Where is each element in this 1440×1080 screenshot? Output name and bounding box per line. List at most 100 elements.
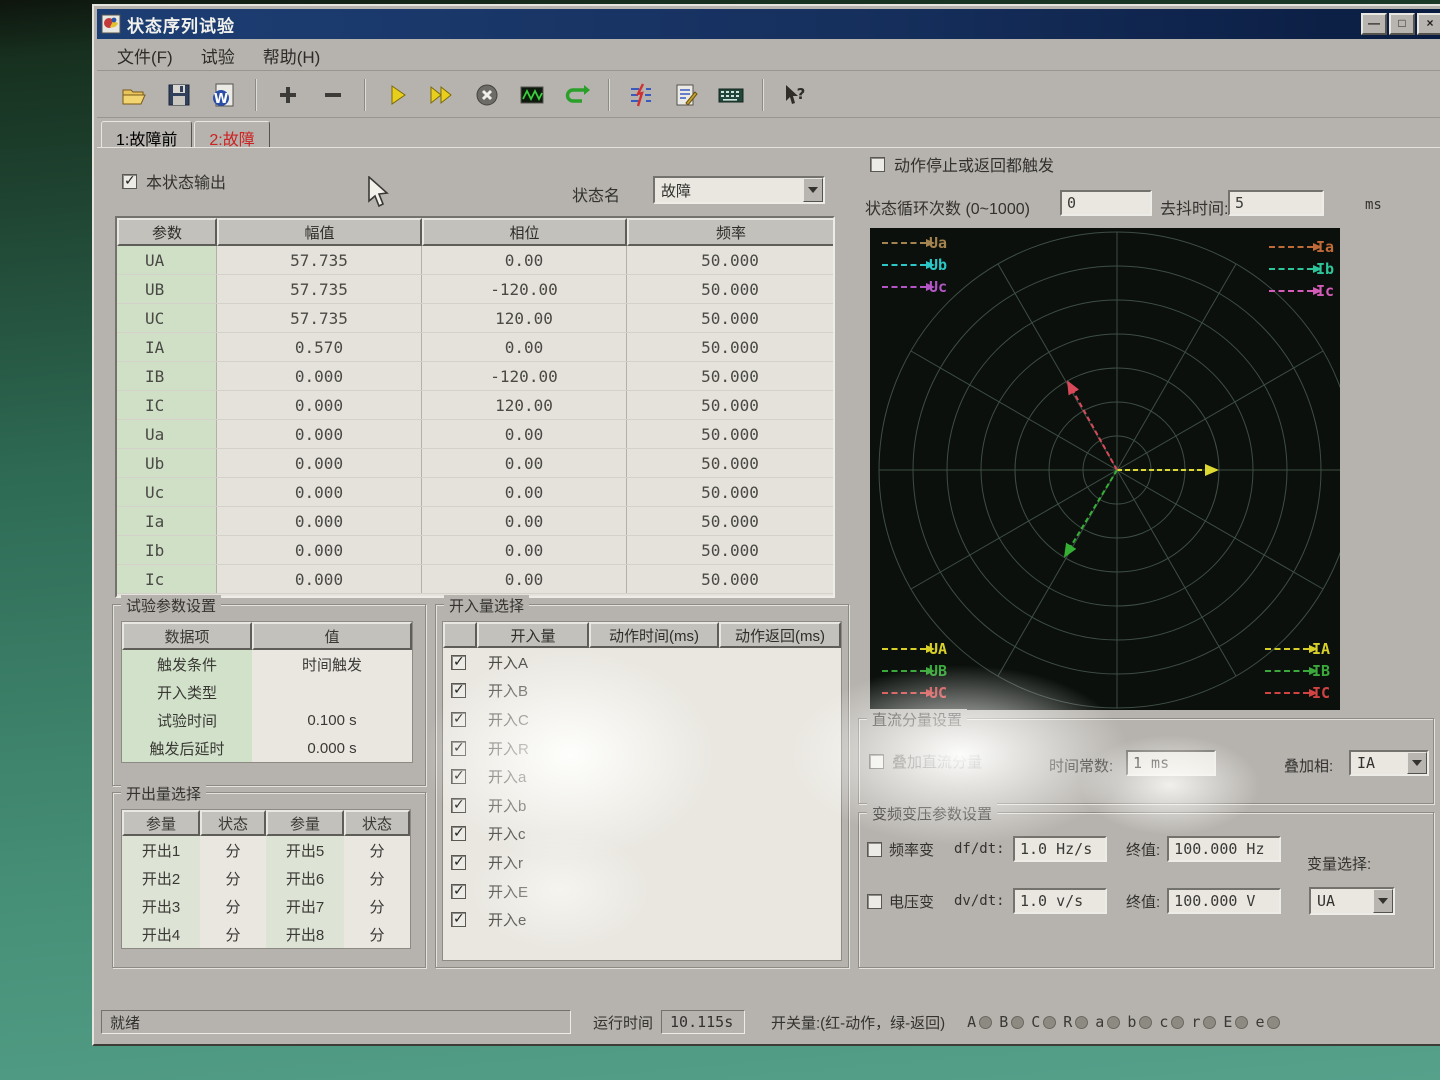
output-state-cell[interactable]: 分 (200, 920, 266, 948)
fault-inject-button[interactable] (620, 76, 662, 114)
ramp-enable-checkbox[interactable] (867, 842, 882, 857)
stop-or-return-trigger-checkbox[interactable] (870, 157, 885, 172)
maximize-button[interactable]: □ (1389, 13, 1415, 35)
ramp-rate-input[interactable]: 1.0 v/s (1013, 888, 1107, 914)
frequency-cell[interactable]: 50.000 (627, 246, 833, 274)
report-view-button[interactable] (665, 76, 707, 114)
close-button[interactable]: × (1417, 13, 1440, 35)
phase-cell[interactable]: 0.00 (422, 478, 627, 506)
output-state-cell[interactable]: 分 (344, 836, 410, 864)
save-file-button[interactable] (158, 76, 200, 114)
binary-input-checkbox[interactable] (451, 741, 466, 756)
waveform-view-button[interactable] (511, 76, 553, 114)
chevron-down-icon[interactable] (803, 178, 823, 202)
binary-input-checkbox[interactable] (451, 855, 466, 870)
phase-cell[interactable]: 0.00 (422, 420, 627, 448)
phase-cell[interactable]: 0.00 (422, 449, 627, 477)
menu-item[interactable]: 帮助(H) (251, 41, 333, 70)
phase-cell[interactable]: 0.00 (422, 565, 627, 593)
stop-test-button[interactable] (466, 76, 508, 114)
debounce-time-input[interactable]: 5 (1228, 190, 1324, 216)
state-name-combo[interactable]: 故障 (653, 176, 825, 204)
output-state-cell[interactable]: 分 (200, 892, 266, 920)
soft-keyboard-button[interactable] (710, 76, 752, 114)
ramp-final-input[interactable]: 100.000 Hz (1167, 836, 1281, 862)
tab-pre-fault[interactable]: 1:故障前 (101, 121, 192, 148)
output-state-cell[interactable]: 分 (200, 864, 266, 892)
binary-input-checkbox[interactable] (451, 683, 466, 698)
amplitude-cell[interactable]: 0.000 (217, 478, 422, 506)
amplitude-cell[interactable]: 57.735 (217, 275, 422, 303)
value-cell[interactable]: 0.100 s (252, 706, 412, 734)
output-state-cell[interactable]: 分 (344, 864, 410, 892)
run-test-button[interactable] (376, 76, 418, 114)
ramp-enable-checkbox[interactable] (867, 894, 882, 909)
amplitude-cell[interactable]: 0.000 (217, 362, 422, 390)
run-continuous-button[interactable] (421, 76, 463, 114)
binary-input-checkbox[interactable] (451, 712, 466, 727)
amplitude-cell[interactable]: 0.000 (217, 565, 422, 593)
binary-input-checkbox[interactable] (451, 798, 466, 813)
frequency-cell[interactable]: 50.000 (627, 565, 833, 593)
frequency-cell[interactable]: 50.000 (627, 362, 833, 390)
phase-cell[interactable]: -120.00 (422, 275, 627, 303)
tab-fault[interactable]: 2:故障 (194, 121, 269, 148)
frequency-cell[interactable]: 50.000 (627, 507, 833, 535)
add-state-button[interactable] (267, 76, 309, 114)
variable-select-combo[interactable]: UA (1309, 887, 1395, 915)
phase-cell[interactable]: 120.00 (422, 391, 627, 419)
dc-offset-checkbox[interactable] (869, 754, 884, 769)
chevron-down-icon[interactable] (1407, 752, 1427, 774)
binary-input-checkbox[interactable] (451, 769, 466, 784)
minimize-button[interactable]: — (1361, 13, 1387, 35)
amplitude-cell[interactable]: 0.000 (217, 391, 422, 419)
value-cell[interactable]: 0.000 s (252, 734, 412, 762)
menu-item[interactable]: 试验 (189, 41, 247, 70)
frequency-cell[interactable]: 50.000 (627, 449, 833, 477)
amplitude-cell[interactable]: 0.000 (217, 507, 422, 535)
amplitude-cell[interactable]: 0.000 (217, 536, 422, 564)
amplitude-cell[interactable]: 0.000 (217, 449, 422, 477)
output-state-cell[interactable]: 分 (344, 892, 410, 920)
state-output-checkbox[interactable] (122, 174, 137, 189)
ramp-rate-input[interactable]: 1.0 Hz/s (1013, 836, 1107, 862)
amplitude-cell[interactable]: 57.735 (217, 246, 422, 274)
frequency-cell[interactable]: 50.000 (627, 478, 833, 506)
binary-input-checkbox[interactable] (451, 884, 466, 899)
context-help-button[interactable]: ? (774, 76, 816, 114)
frequency-cell[interactable]: 50.000 (627, 275, 833, 303)
phase-cell[interactable]: 0.00 (422, 507, 627, 535)
binary-input-checkbox[interactable] (451, 826, 466, 841)
amplitude-cell[interactable]: 57.735 (217, 304, 422, 332)
chevron-down-icon[interactable] (1373, 889, 1393, 913)
amplitude-cell[interactable]: 0.570 (217, 333, 422, 361)
value-cell[interactable]: 时间触发 (252, 650, 412, 678)
output-state-cell[interactable]: 分 (344, 920, 410, 948)
output-state-cell[interactable]: 分 (200, 836, 266, 864)
open-file-button[interactable] (113, 76, 155, 114)
amplitude-cell[interactable]: 0.000 (217, 420, 422, 448)
phase-cell[interactable]: 0.00 (422, 333, 627, 361)
binary-input-checkbox[interactable] (451, 912, 466, 927)
remove-state-button[interactable] (312, 76, 354, 114)
loop-count-input[interactable]: 0 (1060, 190, 1152, 216)
revert-button[interactable] (556, 76, 598, 114)
phase-cell[interactable]: 120.00 (422, 304, 627, 332)
phase-cell[interactable]: -120.00 (422, 362, 627, 390)
binary-input-checkbox[interactable] (451, 655, 466, 670)
frequency-cell[interactable]: 50.000 (627, 391, 833, 419)
ramp-final-input[interactable]: 100.000 V (1167, 888, 1281, 914)
export-word-button[interactable]: W (203, 76, 245, 114)
time-constant-input[interactable]: 1 ms (1126, 750, 1216, 776)
phase-cell[interactable]: 0.00 (422, 536, 627, 564)
switch-indicator: r (1191, 1013, 1216, 1031)
indicator-letter: c (1159, 1013, 1168, 1031)
frequency-cell[interactable]: 50.000 (627, 333, 833, 361)
phase-cell[interactable]: 0.00 (422, 246, 627, 274)
value-cell[interactable] (252, 678, 412, 706)
frequency-cell[interactable]: 50.000 (627, 536, 833, 564)
superimpose-phase-combo[interactable]: IA (1349, 750, 1429, 776)
frequency-cell[interactable]: 50.000 (627, 304, 833, 332)
menu-item[interactable]: 文件(F) (105, 41, 185, 70)
frequency-cell[interactable]: 50.000 (627, 420, 833, 448)
